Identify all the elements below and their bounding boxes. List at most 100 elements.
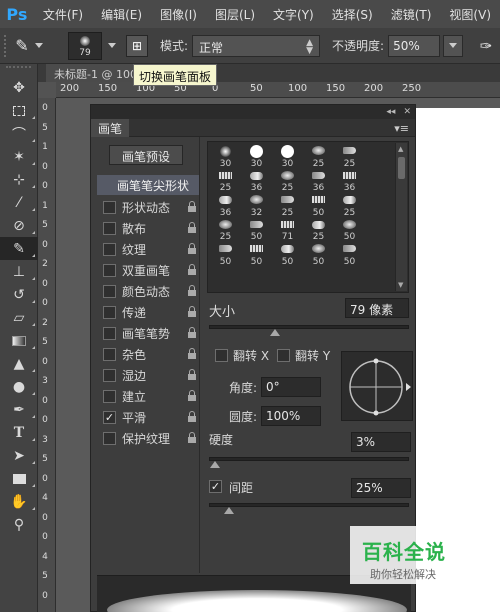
clone-stamp-tool-icon[interactable]: ⊥ [0,260,38,283]
brush-option-row[interactable]: ✓ 平滑 [97,407,199,428]
eyedropper-tool-icon[interactable]: ⁄ [0,191,38,214]
brush-tip[interactable]: 25 [210,218,241,242]
path-selection-tool-icon[interactable]: ➤ [0,444,38,467]
chevron-down-icon[interactable] [108,43,116,48]
lock-icon[interactable] [187,243,197,255]
lock-icon[interactable] [187,390,197,402]
hardness-slider-knob[interactable] [210,461,220,468]
brush-tip[interactable]: 25 [303,218,334,242]
brush-tip[interactable]: 30 [241,144,272,169]
brush-option-row[interactable]: 双重画笔 [97,260,199,281]
brush-tip-shape-item[interactable]: 画笔笔尖形状 [97,175,199,195]
gradient-tool-icon[interactable] [0,329,38,352]
document-tab[interactable]: 未标题-1 @ 100 [46,64,145,82]
brush-option-row[interactable]: 保护纹理 [97,428,199,449]
move-tool-icon[interactable]: ✥ [0,76,38,99]
shape-tool-icon[interactable] [0,467,38,490]
spacing-slider-knob[interactable] [224,507,234,514]
brush-option-row[interactable]: 纹理 [97,239,199,260]
brush-option-checkbox[interactable] [103,222,116,235]
brush-tool-icon[interactable]: ✎ [0,237,38,260]
brush-tip[interactable]: 50 [241,242,272,267]
brush-tip[interactable]: 36 [241,169,272,193]
lock-icon[interactable] [187,285,197,297]
tools-panel-grip[interactable] [6,66,31,74]
hand-tool-icon[interactable]: ✋ [0,490,38,513]
angle-input[interactable]: 0° [261,377,321,397]
brush-option-checkbox[interactable]: ✓ [103,411,116,424]
brush-option-row[interactable]: 画笔笔势 [97,323,199,344]
brush-tip[interactable]: 25 [334,144,365,169]
magic-wand-tool-icon[interactable]: ✶ [0,145,38,168]
brush-presets-button[interactable]: 画笔预设 [109,145,183,165]
brush-tip[interactable]: 25 [303,144,334,169]
panel-menu-icon[interactable]: ▾≡ [394,122,409,135]
brush-tip[interactable]: 30 [272,144,303,169]
options-bar-grip[interactable] [4,34,12,57]
brush-tip[interactable]: 71 [272,218,303,242]
tool-preset-picker[interactable]: ✎ [12,32,52,60]
size-input[interactable]: 79 像素 [345,298,409,318]
pressure-opacity-button[interactable]: ✑ [473,33,499,59]
tab-brush[interactable]: 画笔 [91,118,130,137]
scroll-up-icon[interactable]: ▲ [398,145,403,153]
lasso-tool-icon[interactable]: ⌒ [0,122,38,145]
hardness-input[interactable]: 3% [351,432,411,452]
crop-tool-icon[interactable]: ⊹ [0,168,38,191]
mode-select[interactable]: 正常 ▲ ▼ [192,34,321,57]
blur-tool-icon[interactable]: ▲ [0,352,38,375]
menu-image[interactable]: 图像(I) [151,6,206,23]
brush-tip[interactable]: 50 [272,242,303,267]
lock-icon[interactable] [187,264,197,276]
toggle-brush-panel-button[interactable]: ⊞ [126,34,148,57]
brush-option-checkbox[interactable] [103,432,116,445]
roundness-input[interactable]: 100% [261,406,321,426]
brush-angle-roundness-widget[interactable] [341,351,413,421]
tips-scrollbar[interactable]: ▲ ▼ [395,143,407,291]
flip-x-checkbox[interactable] [215,349,228,362]
brush-tip[interactable]: 25 [210,169,241,193]
spacing-input[interactable]: 25% [351,478,411,498]
lock-icon[interactable] [187,306,197,318]
brush-tip[interactable]: 32 [241,193,272,218]
brush-option-row[interactable]: 湿边 [97,365,199,386]
brush-option-row[interactable]: 颜色动态 [97,281,199,302]
brush-option-checkbox[interactable] [103,201,116,214]
size-slider-track[interactable] [209,325,409,329]
size-slider-knob[interactable] [270,329,280,336]
lock-icon[interactable] [187,348,197,360]
brush-tip[interactable]: 25 [334,193,365,218]
brush-option-row[interactable]: 杂色 [97,344,199,365]
brush-option-checkbox[interactable] [103,369,116,382]
pen-tool-icon[interactable]: ✒ [0,398,38,421]
brush-tip[interactable]: 25 [272,169,303,193]
brush-tip[interactable]: 36 [334,169,365,193]
brush-option-checkbox[interactable] [103,327,116,340]
scrollbar-thumb[interactable] [398,157,405,179]
brush-option-row[interactable]: 建立 [97,386,199,407]
flip-y-checkbox[interactable] [277,349,291,362]
lock-icon[interactable] [187,432,197,444]
menu-edit[interactable]: 编辑(E) [92,6,151,23]
scroll-down-icon[interactable]: ▼ [398,281,403,289]
lock-icon[interactable] [187,201,197,213]
brush-preset-picker[interactable]: 79 [68,31,102,60]
marquee-tool-icon[interactable] [0,99,38,122]
lock-icon[interactable] [187,222,197,234]
healing-brush-tool-icon[interactable]: ⊘ [0,214,38,237]
horizontal-ruler[interactable]: 200 150 100 50 0 50 100 150 200 250 [56,82,500,98]
lock-icon[interactable] [187,369,197,381]
brush-option-checkbox[interactable] [103,243,116,256]
menu-filter[interactable]: 滤镜(T) [382,6,441,23]
brush-tip[interactable]: 30 [210,144,241,169]
menu-type[interactable]: 文字(Y) [264,6,323,23]
lock-icon[interactable] [187,327,197,339]
lock-icon[interactable] [187,411,197,423]
type-tool-icon[interactable]: T [0,421,38,444]
dodge-tool-icon[interactable]: ● [0,375,38,398]
brush-option-checkbox[interactable] [103,348,116,361]
spacing-slider-track[interactable] [209,503,409,507]
spacing-checkbox[interactable]: ✓ [209,480,222,493]
brush-tip[interactable]: 50 [210,242,241,267]
menu-select[interactable]: 选择(S) [323,6,382,23]
